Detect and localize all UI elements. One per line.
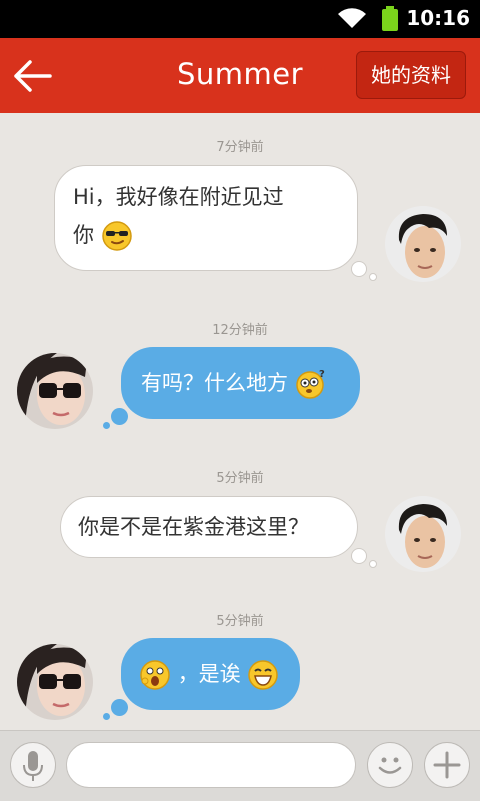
- shocked-emoji-icon: [140, 660, 170, 690]
- avatar-contact[interactable]: [17, 644, 93, 720]
- message-time: 5分钟前: [216, 614, 264, 629]
- message-time: 12分钟前: [212, 323, 268, 338]
- message-time: 7分钟前: [216, 140, 264, 155]
- bubble-tail: [369, 560, 377, 568]
- input-bar: [0, 730, 480, 801]
- her-profile-button[interactable]: 她的资料: [356, 51, 466, 99]
- message-text-line: 你: [73, 223, 94, 247]
- avatar-self[interactable]: [385, 206, 461, 282]
- bubble-tail: [351, 548, 367, 564]
- status-time: 10:16: [406, 6, 470, 30]
- message-bubble-received: ，是诶: [121, 638, 300, 710]
- message-text: 你是不是在紫金港这里？: [78, 515, 309, 539]
- message-bubble-received: 有吗？什么地方 ?: [121, 347, 360, 419]
- title-bar: Summer 她的资料: [0, 38, 480, 113]
- cool-sunglasses-emoji-icon: [101, 221, 132, 251]
- female-avatar-icon: [17, 353, 93, 429]
- message-input[interactable]: [66, 742, 356, 788]
- bubble-tail: [351, 261, 367, 277]
- male-avatar-icon: [385, 206, 461, 282]
- svg-text:?: ?: [319, 369, 325, 380]
- avatar-contact[interactable]: [17, 353, 93, 429]
- status-bar: 10:16: [0, 0, 480, 38]
- emoji-button[interactable]: [367, 742, 413, 788]
- wifi-icon: [338, 8, 366, 28]
- bubble-tail: [369, 273, 377, 281]
- voice-button[interactable]: [10, 742, 56, 788]
- confused-emoji-icon: ?: [295, 369, 325, 399]
- message-bubble-sent: Hi，我好像在附近见过 你: [54, 165, 358, 271]
- add-attachment-button[interactable]: [424, 742, 470, 788]
- battery-icon: [382, 6, 398, 31]
- message-text: ，是诶: [177, 662, 241, 686]
- female-avatar-icon: [17, 644, 93, 720]
- bubble-tail: [111, 699, 128, 716]
- bubble-tail: [103, 422, 110, 429]
- message-text-line: Hi，我好像在附近见过: [73, 185, 284, 209]
- plus-icon: [433, 751, 461, 779]
- message-time: 5分钟前: [216, 471, 264, 486]
- message-bubble-sent: 你是不是在紫金港这里？: [60, 496, 358, 558]
- message-text: 有吗？什么地方: [141, 371, 288, 395]
- microphone-icon: [23, 751, 43, 781]
- avatar-self[interactable]: [385, 496, 461, 572]
- grinning-emoji-icon: [248, 660, 279, 690]
- smiley-face-icon: [378, 757, 402, 774]
- male-avatar-icon: [385, 496, 461, 572]
- bubble-tail: [111, 408, 128, 425]
- bubble-tail: [103, 713, 110, 720]
